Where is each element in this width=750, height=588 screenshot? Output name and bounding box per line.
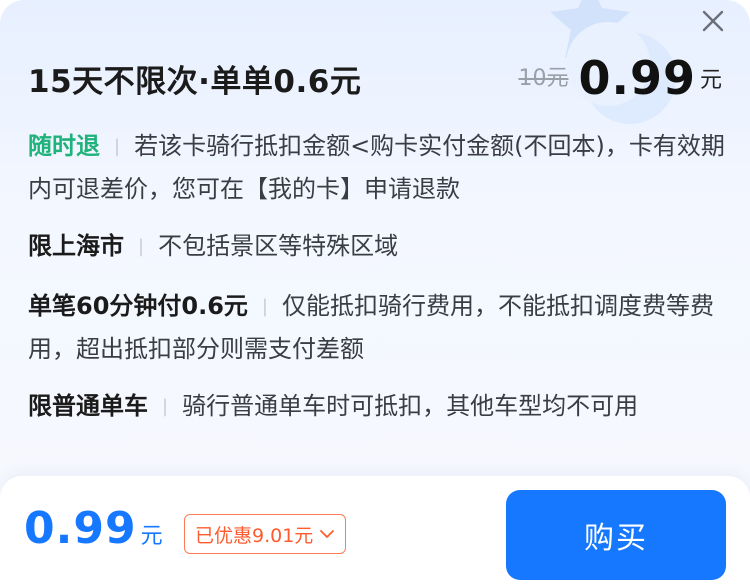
card-header: 15天不限次·单单0.6元 10元 0.99 元 <box>28 48 722 108</box>
card-title: 15天不限次·单单0.6元 <box>28 64 362 100</box>
rule-text: 不包括景区等特殊区域 <box>158 232 399 260</box>
footer-price-unit: 元 <box>140 524 163 549</box>
rule-separator: | <box>114 136 121 157</box>
close-button[interactable] <box>698 6 728 36</box>
rule-item: 限上海市 | 不包括景区等特殊区域 <box>28 226 728 269</box>
rule-tag-city: 限上海市 <box>28 232 124 260</box>
footer-price-value: 0.99 <box>24 503 137 554</box>
header-price: 10元 0.99 元 <box>518 48 722 104</box>
close-icon <box>702 10 724 32</box>
rule-tag-bike-type: 限普通单车 <box>28 392 148 420</box>
price-unit: 元 <box>699 68 722 93</box>
rule-item: 限普通单车 | 骑行普通单车时可抵扣，其他车型均不可用 <box>28 386 728 429</box>
rule-separator: | <box>138 236 145 257</box>
current-price: 0.99 <box>578 51 696 105</box>
rule-separator: | <box>261 296 268 317</box>
discount-label: 已优惠9.01元 <box>195 524 314 547</box>
discount-badge[interactable]: 已优惠9.01元 <box>184 514 347 554</box>
rule-item: 单笔60分钟付0.6元 | 仅能抵扣骑行费用，不能抵扣调度费等费用，超出抵扣部分则需… <box>28 286 728 369</box>
purchase-footer: 0.99 元 已优惠9.01元 购买 <box>0 476 750 588</box>
footer-price: 0.99 元 <box>24 504 163 554</box>
chevron-down-icon <box>320 530 335 538</box>
rule-tag-fare: 单笔60分钟付0.6元 <box>28 292 248 320</box>
purchase-sheet: 15天不限次·单单0.6元 10元 0.99 元 随时退 | 若该卡骑行抵扣金额<购… <box>0 0 750 588</box>
rule-tag-refund: 随时退 <box>28 132 100 160</box>
buy-button[interactable]: 购买 <box>506 490 726 580</box>
original-price: 10元 <box>518 66 569 91</box>
rule-text: 骑行普通单车时可抵扣，其他车型均不可用 <box>182 392 639 420</box>
rule-separator: | <box>162 396 169 417</box>
rule-item: 随时退 | 若该卡骑行抵扣金额<购卡实付金额(不回本)，卡有效期内可退差价，您可在【… <box>28 126 728 209</box>
rules-list: 随时退 | 若该卡骑行抵扣金额<购卡实付金额(不回本)，卡有效期内可退差价，您可在【… <box>28 126 728 441</box>
